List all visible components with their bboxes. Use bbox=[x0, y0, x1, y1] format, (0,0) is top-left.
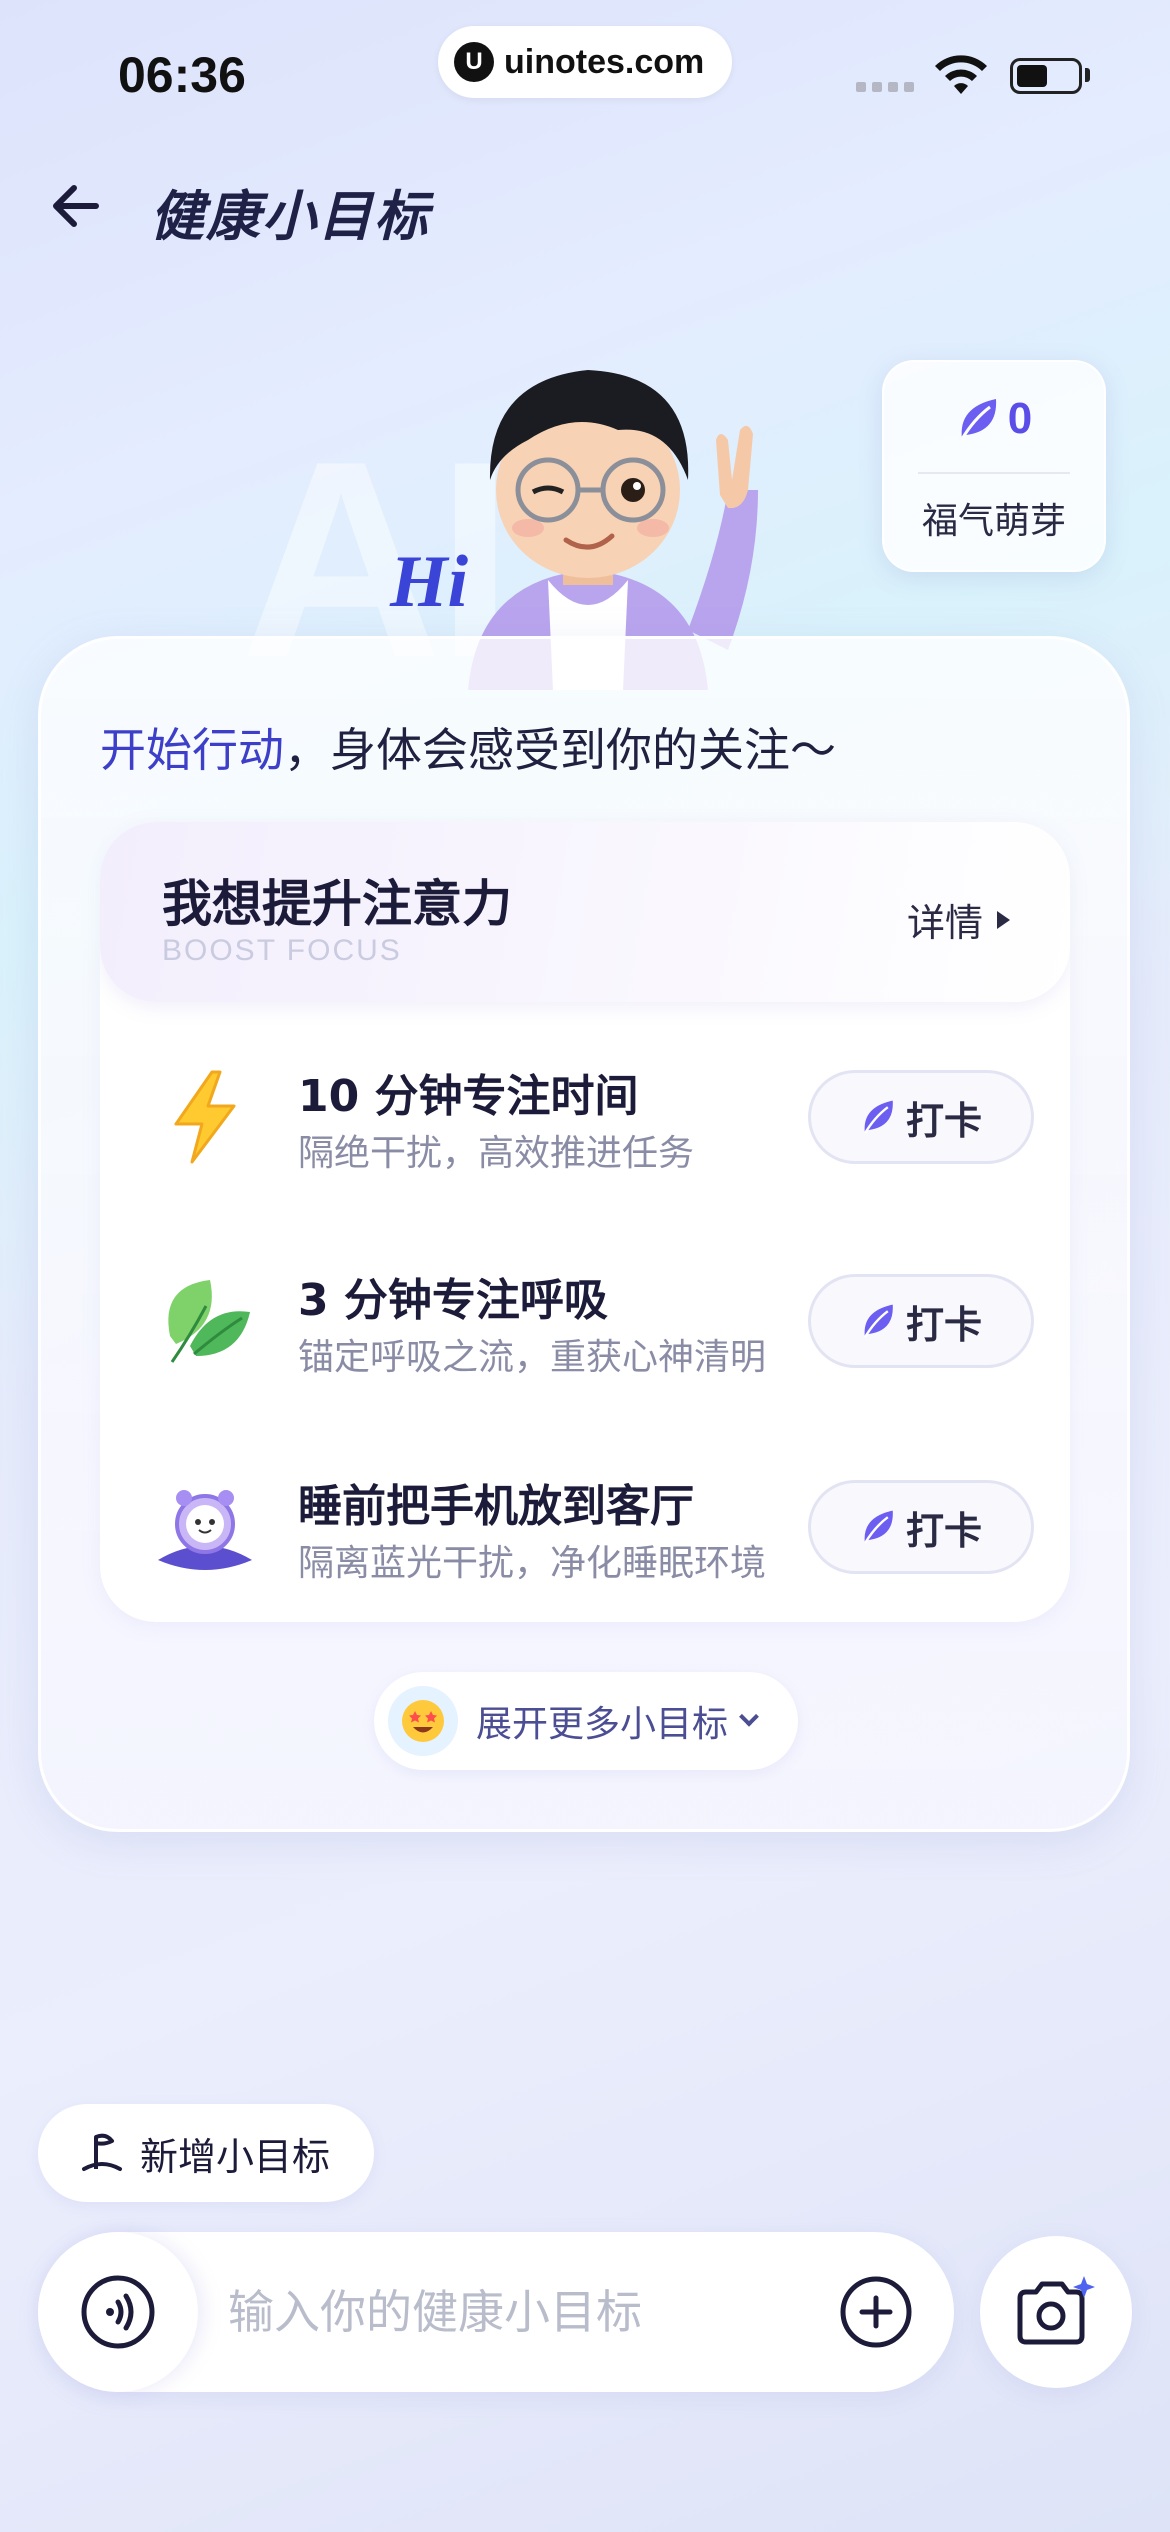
points-value: 0 bbox=[1007, 394, 1033, 443]
cellular-signal-icon bbox=[856, 82, 914, 92]
goal-input-bar bbox=[38, 2232, 954, 2392]
detail-label: 详情 bbox=[906, 901, 983, 945]
points-divider bbox=[918, 472, 1070, 474]
task-item: 10 分钟专注时间 隔绝干扰，高效推进任务 打卡 bbox=[100, 1032, 1070, 1202]
leaf-green-icon bbox=[168, 1280, 250, 1363]
goal-input[interactable] bbox=[228, 2272, 788, 2352]
checkin-button[interactable]: 打卡 bbox=[808, 1274, 1034, 1368]
alarm-clock-icon bbox=[158, 1490, 252, 1570]
plus-circle-icon[interactable] bbox=[838, 2274, 914, 2350]
task-item: 3 分钟专注呼吸 锚定呼吸之流，重获心神清明 打卡 bbox=[100, 1236, 1070, 1406]
goal-group: 我想提升注意力 BOOST FOCUS 详情 10 分钟专注时间 隔绝干扰，高效… bbox=[100, 822, 1070, 1622]
card-heading: 开始行动，身体会感受到你的关注～ bbox=[100, 714, 836, 780]
back-arrow-icon[interactable] bbox=[46, 176, 106, 236]
camera-sparkle-icon bbox=[1017, 2276, 1095, 2345]
detail-button[interactable]: 详情 bbox=[907, 892, 1010, 947]
checkin-label: 打卡 bbox=[905, 1302, 982, 1347]
task-title: 10 分钟专注时间 bbox=[298, 1071, 639, 1122]
caret-right-icon bbox=[997, 910, 1010, 929]
leaf-icon bbox=[863, 1510, 893, 1544]
task-title: 睡前把手机放到客厅 bbox=[298, 1481, 694, 1532]
expand-label: 展开更多小目标 bbox=[476, 1704, 729, 1745]
url-pill[interactable]: U uinotes.com bbox=[438, 26, 732, 98]
leaf-icon bbox=[960, 399, 996, 440]
checkin-button[interactable]: 打卡 bbox=[808, 1070, 1034, 1164]
points-label: 福气萌芽 bbox=[921, 501, 1066, 542]
lightning-icon bbox=[174, 1070, 236, 1164]
checkin-button[interactable]: 打卡 bbox=[808, 1480, 1034, 1574]
flag-icon bbox=[82, 2133, 122, 2171]
checkin-label: 打卡 bbox=[905, 1508, 982, 1553]
goal-subtitle: BOOST FOCUS bbox=[162, 934, 402, 967]
goal-header: 我想提升注意力 BOOST FOCUS 详情 bbox=[100, 822, 1070, 1002]
add-goal-label: 新增小目标 bbox=[140, 2134, 331, 2179]
expand-more-button[interactable]: 展开更多小目标 bbox=[374, 1672, 798, 1770]
leaf-icon bbox=[863, 1100, 893, 1134]
points-card[interactable]: 0 福气萌芽 bbox=[882, 360, 1106, 572]
chevron-down-icon bbox=[739, 1706, 759, 1727]
task-desc: 隔绝干扰，高效推进任务 bbox=[298, 1133, 695, 1174]
leaf-icon bbox=[863, 1304, 893, 1338]
task-desc: 隔离蓝光干扰，净化睡眠环境 bbox=[298, 1543, 767, 1584]
battery-icon bbox=[1010, 58, 1082, 94]
voice-icon bbox=[81, 2275, 155, 2349]
voice-button[interactable] bbox=[38, 2232, 198, 2392]
card-heading-highlight: 开始行动 bbox=[100, 723, 284, 777]
status-time: 06:36 bbox=[118, 47, 246, 103]
site-logo: U bbox=[454, 42, 494, 82]
task-item: 睡前把手机放到客厅 隔离蓝光干扰，净化睡眠环境 打卡 bbox=[100, 1442, 1070, 1612]
url-text: uinotes.com bbox=[504, 42, 705, 81]
task-desc: 锚定呼吸之流，重获心神清明 bbox=[298, 1337, 767, 1378]
add-goal-button[interactable]: 新增小目标 bbox=[38, 2104, 374, 2202]
goal-title: 我想提升注意力 bbox=[162, 864, 520, 936]
wifi-icon bbox=[935, 55, 987, 94]
hi-badge: Hi bbox=[390, 541, 469, 623]
page-title: 健康小目标 bbox=[150, 185, 430, 248]
camera-button[interactable] bbox=[980, 2236, 1132, 2388]
battery-tip bbox=[1085, 68, 1090, 82]
checkin-label: 打卡 bbox=[905, 1098, 982, 1143]
star-eyes-emoji-icon bbox=[388, 1686, 458, 1756]
task-title: 3 分钟专注呼吸 bbox=[298, 1275, 608, 1326]
card-heading-rest: ，身体会感受到你的关注～ bbox=[284, 723, 836, 777]
